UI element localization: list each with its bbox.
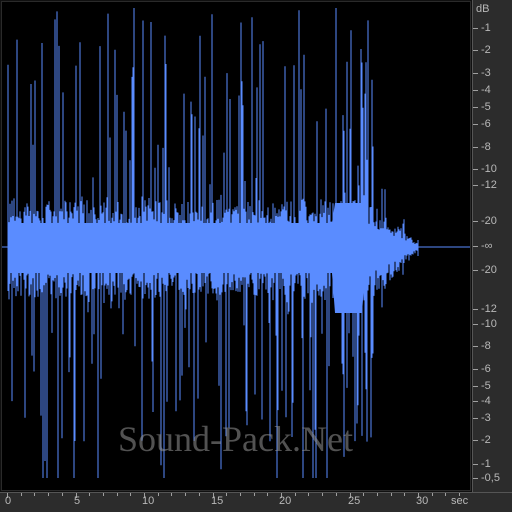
time-minor-tick (240, 493, 241, 496)
time-minor-tick (281, 493, 282, 496)
db-tick-label: -12 (481, 303, 497, 315)
db-tick (473, 107, 478, 108)
time-tick-label: 25 (348, 495, 361, 507)
time-minor-tick (267, 493, 268, 496)
time-minor-tick (418, 493, 419, 496)
db-tick-label: -4 (481, 84, 491, 96)
time-minor-tick (213, 493, 214, 496)
time-minor-tick (48, 493, 49, 496)
db-tick-label: -8 (481, 141, 491, 153)
time-minor-tick (350, 493, 351, 496)
db-tick-label: -6 (481, 118, 491, 130)
db-tick (473, 418, 478, 419)
time-tick-label: 10 (142, 495, 155, 507)
db-tick (473, 369, 478, 370)
time-minor-tick (254, 493, 255, 496)
db-tick (473, 28, 478, 29)
time-minor-tick (391, 493, 392, 496)
db-tick-label: -5 (481, 101, 491, 113)
time-minor-tick (158, 493, 159, 496)
db-tick (473, 246, 478, 247)
time-minor-tick (34, 493, 35, 496)
time-minor-tick (445, 493, 446, 496)
db-tick-label: -1 (481, 458, 491, 470)
db-tick-label: -10 (481, 163, 497, 175)
db-tick-label: -20 (481, 215, 497, 227)
db-tick-label: -0,5 (481, 472, 500, 484)
time-minor-tick (76, 493, 77, 496)
time-minor-tick (308, 493, 309, 496)
db-tick (473, 50, 478, 51)
db-tick-label: -∞ (481, 240, 493, 252)
time-minor-tick (363, 493, 364, 496)
db-tick (473, 309, 478, 310)
time-tick-label: 15 (211, 495, 224, 507)
db-tick (473, 169, 478, 170)
db-tick-label: -3 (481, 67, 491, 79)
db-tick-label: -1 (481, 22, 491, 34)
db-tick (473, 464, 478, 465)
time-tick-label: 0 (5, 495, 12, 507)
db-tick (473, 270, 478, 271)
db-tick (473, 478, 478, 479)
db-tick-label: -3 (481, 412, 491, 424)
time-minor-tick (7, 493, 8, 496)
db-unit-label: dB (476, 3, 490, 15)
time-minor-tick (295, 493, 296, 496)
db-scale-ruler: dB -1 -2 -3 -4 -5 -6 -8 -10 -12 -20 -∞ -20 -12 -10 -8 -… (472, 0, 512, 492)
db-tick-label: -4 (481, 395, 491, 407)
db-tick-label: -2 (481, 44, 491, 56)
db-tick (473, 221, 478, 222)
time-minor-tick (21, 493, 22, 496)
time-minor-tick (336, 493, 337, 496)
time-minor-tick (144, 493, 145, 496)
db-tick-label: -6 (481, 363, 491, 375)
time-ruler[interactable]: 0 5 10 15 20 25 30 sec (0, 492, 512, 512)
time-minor-tick (103, 493, 104, 496)
time-minor-tick (377, 493, 378, 496)
db-tick (473, 73, 478, 74)
db-tick (473, 185, 478, 186)
time-unit-label: sec (451, 495, 469, 507)
db-tick (473, 324, 478, 325)
watermark-text: Sound-Pack.Net (118, 419, 353, 459)
db-tick (473, 401, 478, 402)
db-tick-label: -2 (481, 434, 491, 446)
db-tick (473, 90, 478, 91)
waveform-editor-view: dB -1 -2 -3 -4 -5 -6 -8 -10 -12 -20 -∞ -20 -12 -10 -8-… (0, 0, 512, 512)
db-tick (473, 147, 478, 148)
db-tick (473, 124, 478, 125)
time-tick-label: 30 (416, 495, 429, 507)
db-tick-label: -8 (481, 340, 491, 352)
time-minor-tick (199, 493, 200, 496)
time-minor-tick (117, 493, 118, 496)
time-minor-tick (62, 493, 63, 496)
db-tick (473, 346, 478, 347)
time-minor-tick (89, 493, 90, 496)
db-tick-label: -20 (481, 264, 497, 276)
time-minor-tick (185, 493, 186, 496)
db-tick-label: -5 (481, 380, 491, 392)
time-tick-label: 5 (74, 495, 81, 507)
time-minor-tick (404, 493, 405, 496)
db-tick (473, 440, 478, 441)
time-minor-tick (432, 493, 433, 496)
time-minor-tick (322, 493, 323, 496)
db-tick (473, 386, 478, 387)
time-tick-label: 20 (279, 495, 292, 507)
time-minor-tick (226, 493, 227, 496)
db-tick-label: -12 (481, 179, 497, 191)
time-minor-tick (130, 493, 131, 496)
time-minor-tick (171, 493, 172, 496)
db-tick-label: -10 (481, 318, 497, 330)
